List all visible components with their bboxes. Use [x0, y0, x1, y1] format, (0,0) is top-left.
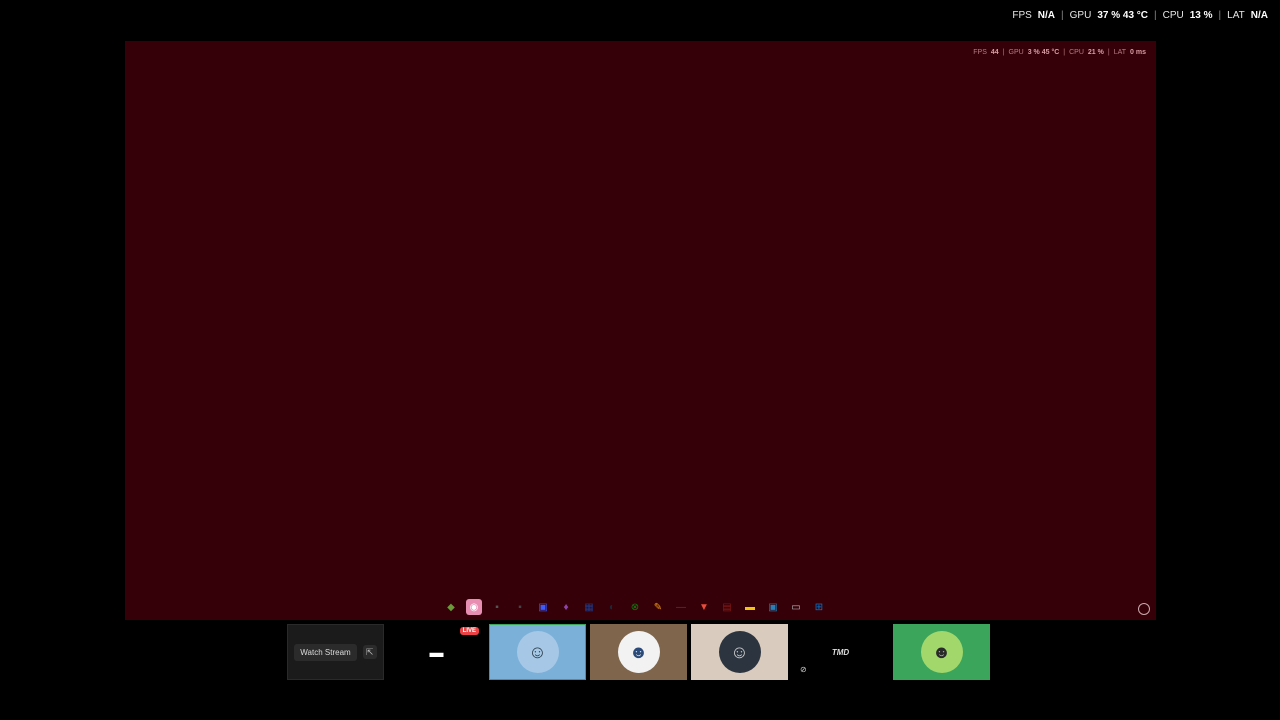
participant-tile-1[interactable]: ☺ — [489, 624, 586, 680]
app-icon-16[interactable]: ▭ — [788, 599, 804, 615]
participant-tile-5[interactable]: ☻ — [893, 624, 990, 680]
performance-overlay: FPS N/A | GPU 37 % 43 °C | CPU 13 % | LA… — [1012, 10, 1268, 21]
avatar: ☻ — [920, 631, 963, 673]
windows-icon[interactable]: ⊞ — [811, 599, 827, 615]
watch-stream-button[interactable]: Watch Stream — [294, 643, 357, 661]
lat-label: LAT — [1227, 10, 1245, 21]
stream-gpu-value: 3 % 45 °C — [1027, 49, 1060, 56]
fps-value: N/A — [1037, 10, 1056, 21]
stream-fps-value: 44 — [990, 49, 999, 56]
screen-share-tile[interactable]: LIVE ▬ — [388, 624, 485, 680]
app-icon-4[interactable]: ▪ — [512, 599, 528, 615]
gpu-label: GPU — [1069, 10, 1092, 21]
app-icon-10[interactable]: ✎ — [650, 599, 666, 615]
brave-icon[interactable]: ▼ — [696, 599, 712, 615]
participant-tile-3[interactable]: ☺ — [691, 624, 788, 680]
live-badge: LIVE — [459, 627, 479, 635]
app-icon-1[interactable]: ◆ — [443, 599, 459, 615]
stream-lat-value: 0 ms — [1130, 49, 1146, 56]
app-icon-3[interactable]: ▪ — [489, 599, 505, 615]
cpu-label: CPU — [1162, 10, 1184, 21]
steam-icon[interactable]: ◐ — [604, 599, 620, 615]
app-icon-6[interactable]: ♦ — [558, 599, 574, 615]
discord-icon[interactable]: ◉ — [466, 599, 482, 615]
participant-tile-2[interactable]: ☻ — [590, 624, 687, 680]
monitor-icon: ▬ — [429, 644, 444, 660]
fps-label: FPS — [1012, 10, 1032, 21]
popout-icon[interactable]: ⇱ — [362, 645, 377, 659]
app-icon-7[interactable]: ▦ — [581, 599, 597, 615]
participant-tiles: Watch Stream ⇱ LIVE ▬ ☺ ☻ ☺ TMD ⊘ ☻ — [287, 624, 990, 680]
muted-icon: ⊘ — [800, 665, 807, 674]
avatar: ☺ — [718, 631, 761, 673]
stream-performance-overlay: FPS 44 | GPU 3 % 45 °C | CPU 21 % | LAT … — [973, 49, 1146, 56]
cpu-value: 13 % — [1189, 10, 1213, 21]
tmd-logo: TMD — [831, 647, 850, 657]
stream-gpu-label: GPU — [1008, 49, 1024, 56]
app-icon-5[interactable]: ▣ — [535, 599, 551, 615]
stream-cpu-value: 21 % — [1087, 49, 1104, 56]
app-icon-13[interactable]: ▤ — [719, 599, 735, 615]
stream-window[interactable]: FPS 44 | GPU 3 % 45 °C | CPU 21 % | LAT … — [125, 41, 1156, 620]
avatar: ☺ — [516, 631, 559, 673]
folder-icon[interactable]: ▬ — [742, 599, 758, 615]
xbox-icon[interactable]: ⊗ — [627, 599, 643, 615]
app-icon-15[interactable]: ▣ — [765, 599, 781, 615]
lat-value: N/A — [1250, 10, 1268, 21]
watch-stream-tile: Watch Stream ⇱ — [287, 624, 384, 680]
gpu-value: 37 % 43 °C — [1097, 10, 1149, 21]
app-icon-11[interactable]: — — [673, 599, 689, 615]
stream-fps-label: FPS — [973, 49, 987, 56]
stream-lat-label: LAT — [1113, 49, 1127, 56]
stream-settings-icon[interactable] — [1138, 603, 1150, 615]
stream-cpu-label: CPU — [1069, 49, 1084, 56]
participant-tile-4[interactable]: TMD ⊘ — [792, 624, 889, 680]
stream-taskbar: ◆ ◉ ▪ ▪ ▣ ♦ ▦ ◐ ⊗ ✎ — ▼ ▤ ▬ ▣ ▭ ⊞ — [443, 599, 827, 615]
avatar: ☻ — [617, 631, 660, 673]
